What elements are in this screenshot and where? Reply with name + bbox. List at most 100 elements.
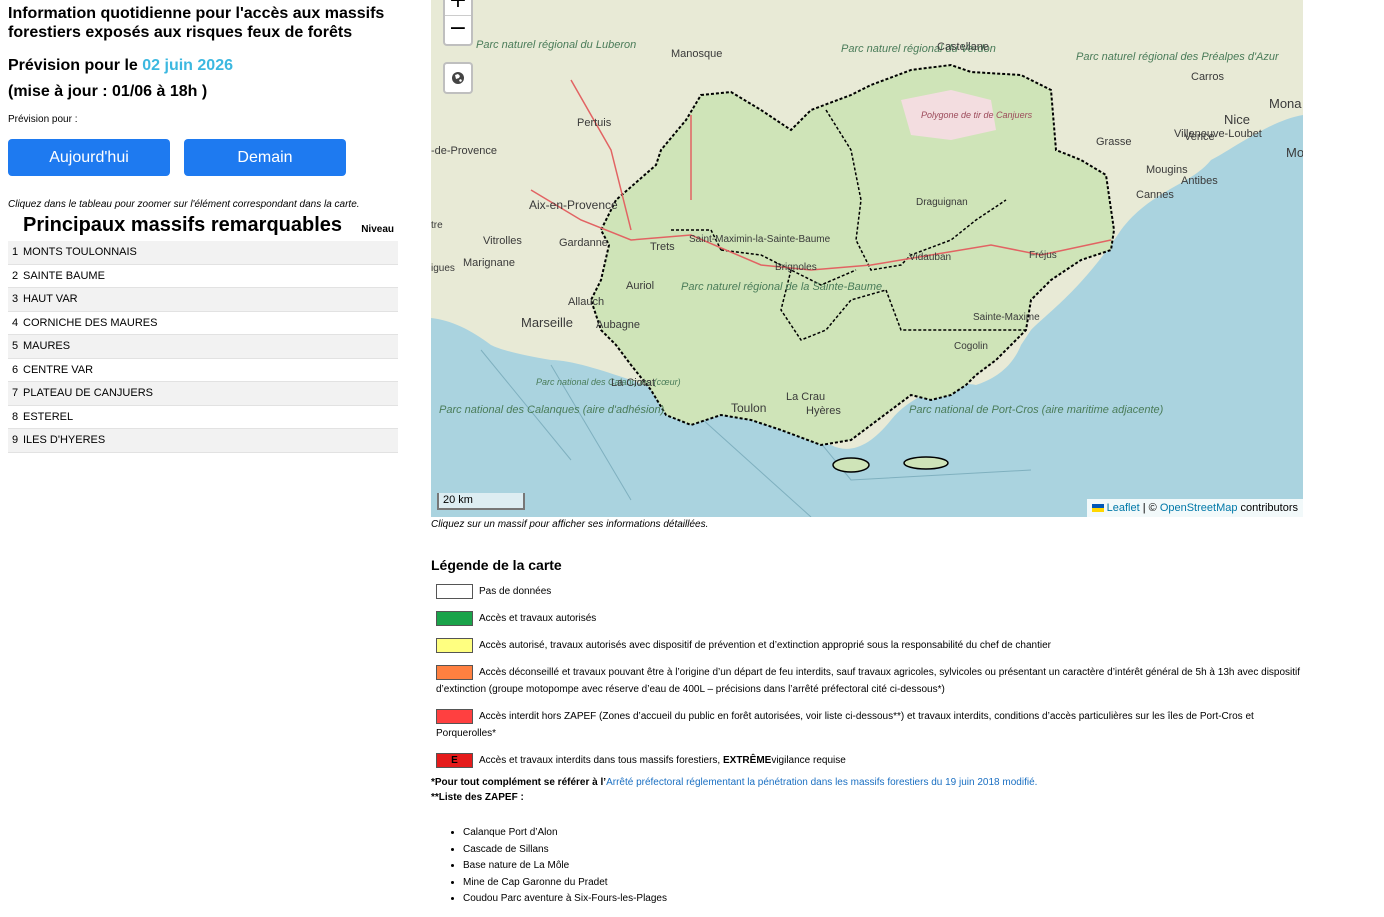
table-hint: Cliquez dans le tableau pour zoomer sur … [8,199,360,210]
massif-row[interactable]: 4 CORNICHE DES MAURES [8,312,398,335]
page-title: Information quotidienne pour l'accès aux… [8,5,385,41]
map-label: Carros [1191,71,1225,83]
scale-bar: 20 km [437,493,525,510]
map-label: Parc naturel régional de la Sainte-Baume [681,281,882,293]
map-label: Marignane [463,257,515,269]
massif-number: 2 [12,269,19,282]
massif-number: 5 [12,340,19,353]
massif-row[interactable]: 5 MAURES [8,335,398,359]
legend-items: Pas de données Accès et travaux autorisés… [431,583,1301,769]
zapef-item: Base nature de La Môle [463,858,1301,875]
map-label: igues [431,263,455,274]
forecast-prefix: Prévision pour le [8,57,138,74]
map-label: Hyères [806,405,841,417]
map-label: Aix-en-Provence [529,198,618,212]
massif-row[interactable]: 3 HAUT VAR [8,288,398,312]
map-label: Nice [1224,112,1250,127]
legend-text: Accès interdit hors ZAPEF (Zones d’accue… [436,711,1254,739]
map-label: Parc naturel régional des Préalpes d'Azu… [1076,51,1280,63]
forecast-heading: Prévision pour le 02 juin 2026 [8,57,398,75]
update-timestamp: (mise à jour : 01/06 à 18h ) [8,83,208,100]
map-label: Allauch [568,296,604,308]
map-label: -de-Provence [431,145,497,157]
map-label: La Crau [786,391,825,403]
massif-name: PLATEAU DE CANJUERS [23,387,153,400]
globe-icon [452,72,464,84]
massif-row[interactable]: 2 SAINTE BAUME [8,265,398,288]
legend-item: Accès déconseillé et travaux pouvant êtr… [431,664,1301,698]
map-tiles[interactable]: Parc naturel régional du Luberon Parc na… [431,0,1303,517]
massif-name: MAURES [23,340,71,353]
level-column-header: Niveau [361,224,394,235]
map-label: Parc national de Port-Cros (aire maritim… [909,404,1164,416]
map-label: Grasse [1096,136,1131,148]
map-label: Castellane [937,41,989,53]
massif-table-header: Principaux massifs remarquables Niveau [8,214,398,237]
legend-title: Légende de la carte [431,557,562,573]
map-label: Parc naturel régional du Luberon [476,39,636,51]
legend-item: Accès et travaux autorisés [431,610,1301,627]
legend-swatch [436,637,473,653]
porquerolles-island[interactable] [832,457,870,473]
massif-row[interactable]: 6 CENTRE VAR [8,359,398,382]
massif-table-title: Principaux massifs remarquables [23,214,343,236]
port-cros-island[interactable] [903,456,949,470]
map-label: Cannes [1136,189,1174,201]
massif-row[interactable]: 1 MONTS TOULONNAIS [8,241,398,265]
map-label: Mona [1269,96,1302,111]
map-legend: Légende de la carte Pas de données Accès … [431,557,1301,908]
massif-row[interactable]: 8 ESTEREL [8,406,398,429]
massif-name: MONTS TOULONNAIS [23,246,137,259]
map-label: Vitrolles [483,235,522,247]
legend-text: Accès et travaux autorisés [479,613,597,624]
map[interactable]: Parc naturel régional du Luberon Parc na… [431,0,1303,517]
map-label: Mo [1286,145,1303,160]
today-button[interactable]: Aujourd'hui [8,139,170,176]
map-label: Parc national des Calanques (cœur) [536,377,681,387]
left-panel: Information quotidienne pour l'accès aux… [8,0,398,453]
massif-number: 4 [12,316,19,329]
map-label: Sainte-Maxime [973,312,1040,323]
legend-text: Accès déconseillé et travaux pouvant êtr… [436,667,1301,695]
zapef-item: Cascade de Sillans [463,842,1301,859]
massif-name: SAINTE BAUME [23,269,105,282]
massif-name: HAUT VAR [23,293,78,306]
massif-name: CORNICHE DES MAURES [23,316,158,329]
map-label: Antibes [1181,175,1218,187]
day-selector: Aujourd'hui Demain [8,139,398,176]
layer-control-button[interactable] [443,62,473,94]
map-label: Manosque [671,48,722,60]
massif-number: 6 [12,363,19,376]
zapef-item: Mine de Cap Garonne du Pradet [463,875,1301,892]
map-label: La Ciotat [611,377,655,389]
ukraine-flag-icon [1091,504,1104,513]
map-label: Aubagne [596,319,640,331]
legend-emphasis: EXTRÊME [722,755,772,766]
leaflet-link[interactable]: Leaflet [1107,502,1140,514]
attribution-separator: | © [1139,502,1160,514]
legend-notes: *Pour tout complément se référer à l’Arr… [431,777,1301,908]
legend-swatch [436,583,473,599]
massif-row[interactable]: 9 ILES D'HYERES [8,429,398,453]
map-hint: Cliquez sur un massif pour afficher ses … [431,519,709,530]
massif-name: ILES D'HYERES [23,434,106,447]
zoom-out-button[interactable]: − [445,16,471,44]
decree-link[interactable]: Arrêté préfectoral réglementant la pénét… [606,777,1037,788]
map-label: Pertuis [577,117,612,129]
map-attribution: Leaflet | © OpenStreetMap contributors [1086,499,1303,517]
legend-swatch [436,610,473,626]
map-label: Fréjus [1029,250,1057,261]
legend-swatch: E [436,752,473,768]
legend-text: Accès autorisé, travaux autorisés avec d… [479,640,1051,651]
massif-number: 3 [12,293,19,306]
map-label: Saint-Maximin-la-Sainte-Baume [689,234,831,245]
map-label: Marseille [521,315,573,330]
massif-table: 1 MONTS TOULONNAIS 2 SAINTE BAUME 3 HAUT VAR 4… [8,241,398,453]
osm-link[interactable]: OpenStreetMap [1160,502,1238,514]
massif-row[interactable]: 7 PLATEAU DE CANJUERS [8,382,398,406]
zapef-item: Calanque Port d’Alon [463,825,1301,842]
zoom-in-button[interactable]: + [445,0,471,16]
legend-item: E Accès et travaux interdits dans tous ma… [431,752,1301,769]
tomorrow-button[interactable]: Demain [184,139,346,176]
massif-name: ESTEREL [23,410,74,423]
